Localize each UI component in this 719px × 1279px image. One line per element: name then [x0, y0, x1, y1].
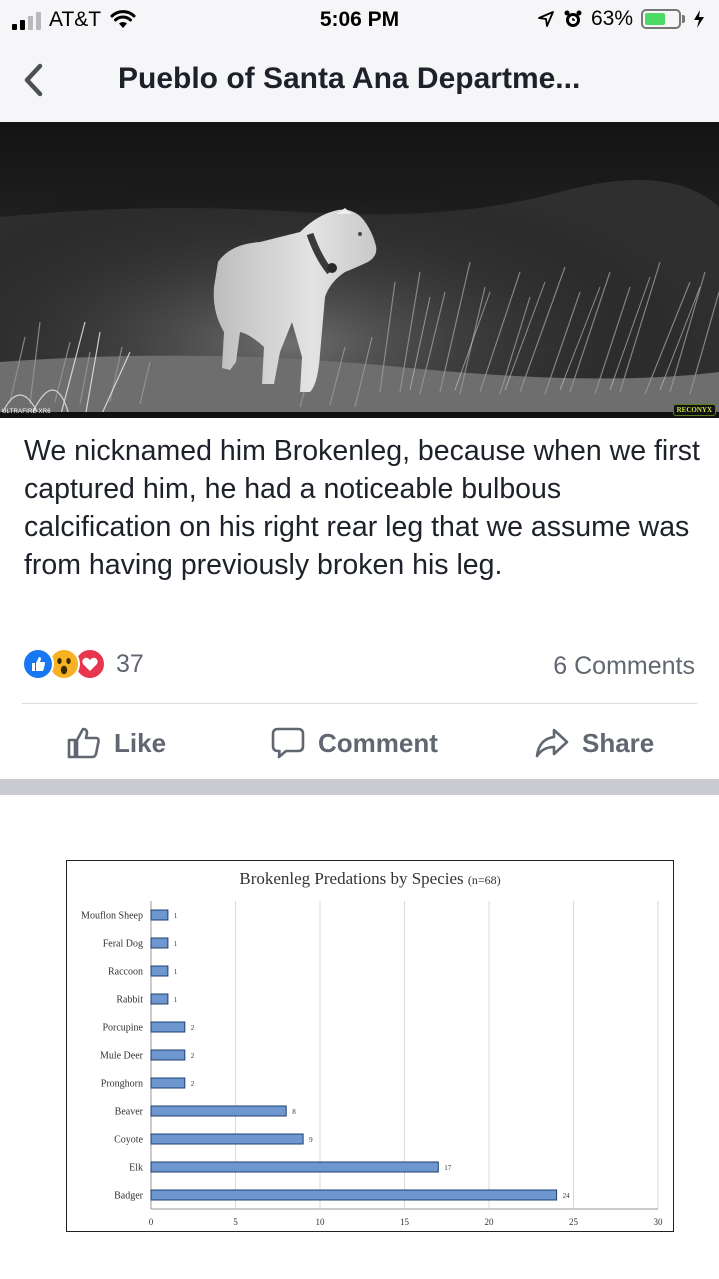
post-photo[interactable]: ULTRAFIRE XR6 RECONYX [0, 122, 719, 418]
share-arrow-icon [535, 728, 569, 758]
reaction-count: 37 [116, 649, 144, 678]
chevron-left-icon [24, 63, 43, 97]
actions-divider [22, 703, 697, 704]
battery-percent: 63% [590, 7, 633, 30]
bar [150, 1049, 186, 1061]
x-tick-label: 25 [569, 1217, 579, 1227]
like-label: Like [114, 727, 167, 758]
x-tick-label: 10 [316, 1217, 326, 1227]
comment-label: Comment [318, 727, 438, 758]
bar [150, 909, 169, 921]
data-label: 1 [174, 912, 178, 920]
x-tick-label: 5 [233, 1217, 238, 1227]
category-label: Raccoon [108, 967, 143, 978]
category-label: Pronghorn [101, 1079, 143, 1090]
bar [150, 937, 169, 949]
thumbs-up-icon [67, 727, 100, 759]
x-tick-label: 30 [654, 1217, 664, 1227]
bar [150, 1189, 558, 1201]
back-button[interactable] [16, 60, 56, 100]
data-label: 1 [174, 940, 178, 948]
charging-bolt-icon [694, 10, 704, 28]
feed-separator [0, 779, 719, 795]
data-label: 2 [191, 1080, 195, 1088]
category-label: Mouflon Sheep [81, 911, 143, 922]
battery-icon [641, 9, 685, 29]
data-label: 8 [292, 1108, 296, 1116]
category-label: Beaver [115, 1107, 144, 1118]
share-button[interactable]: Share [534, 722, 654, 764]
location-arrow-icon [538, 11, 554, 27]
data-label: 2 [191, 1024, 195, 1032]
data-label: 2 [191, 1052, 195, 1060]
post-caption: We nicknamed him Brokenleg, because when… [24, 435, 700, 581]
bar-chart: 0 5 10 15 20 25 30 Mouflon Sheep 1 Feral Dog 1 Racc… [81, 901, 664, 1227]
category-label: Elk [129, 1163, 143, 1174]
camera-model-label: ULTRAFIRE XR6 [2, 409, 51, 415]
x-tick-label: 0 [149, 1217, 154, 1227]
category-label: Feral Dog [103, 939, 143, 950]
nav-bar: Pueblo of Santa Ana Departme... [0, 40, 719, 122]
category-label: Porcupine [102, 1023, 143, 1034]
alarm-icon [564, 10, 582, 27]
category-label: Mule Deer [100, 1051, 144, 1062]
bar [150, 993, 169, 1005]
bar [150, 1133, 304, 1145]
mountain-lion-photo [0, 122, 719, 418]
x-tick-label: 15 [400, 1217, 410, 1227]
data-label: 1 [174, 996, 178, 1004]
category-label: Coyote [114, 1135, 143, 1146]
share-label: Share [582, 727, 655, 758]
status-bar: AT&T 5:06 PM 63% [0, 0, 719, 40]
bar [150, 1021, 186, 1033]
bar [150, 1077, 186, 1089]
category-label: Rabbit [116, 995, 143, 1006]
comment-bubble-icon [271, 727, 305, 759]
category-label: Badger [114, 1191, 144, 1202]
data-label: 9 [309, 1136, 313, 1144]
camera-brand-logo: RECONYX [672, 404, 716, 416]
bar [150, 1161, 439, 1173]
bar [150, 1105, 287, 1117]
like-reaction-icon [22, 648, 54, 680]
x-tick-label: 20 [485, 1217, 495, 1227]
comment-button[interactable]: Comment [270, 722, 438, 764]
comments-count-link[interactable]: 6 Comments [553, 652, 695, 681]
like-button[interactable]: Like [66, 722, 166, 764]
status-right: 63% [537, 7, 705, 31]
data-label: 24 [563, 1192, 571, 1200]
reactions-summary[interactable]: 37 [22, 648, 144, 680]
bar [150, 965, 169, 977]
data-label: 1 [174, 968, 178, 976]
page-title: Pueblo of Santa Ana Departme... [118, 62, 581, 95]
predation-chart-image[interactable]: Brokenleg Predations by Species (n=68) 0… [66, 860, 674, 1232]
data-label: 17 [444, 1164, 452, 1172]
